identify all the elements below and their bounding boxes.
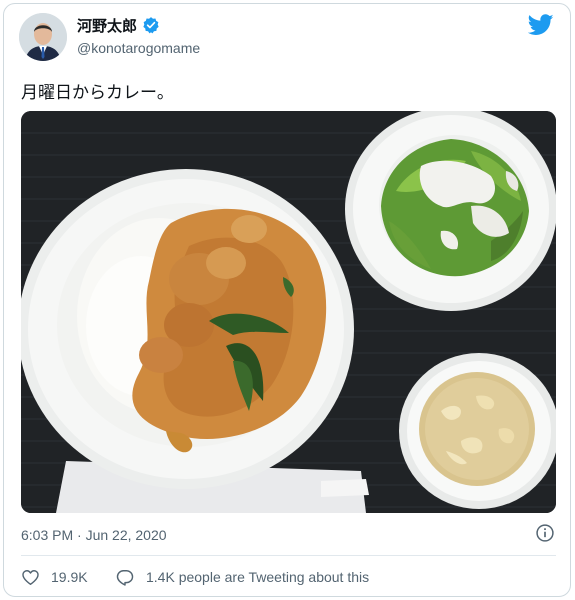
like-button[interactable]: 19.9K: [21, 566, 88, 588]
curry-plate: [21, 169, 354, 489]
user-avatar-icon: [19, 13, 67, 61]
food-photo: [21, 111, 556, 513]
speech-bubble-icon: [116, 569, 134, 586]
conversation-text: 1.4K people are Tweeting about this: [146, 569, 370, 585]
tweet-text: 月曜日からカレー。: [21, 83, 174, 103]
info-icon[interactable]: [535, 523, 555, 543]
tweet-photo[interactable]: [21, 111, 556, 513]
author-display-name[interactable]: 河野太郎: [77, 15, 137, 36]
salad-bowl: [345, 111, 556, 311]
tweet-timestamp[interactable]: 6:03 PM · Jun 22, 2020: [21, 527, 167, 543]
like-count: 19.9K: [51, 569, 88, 585]
verified-badge-icon: [143, 17, 159, 34]
author-handle[interactable]: @konotarogomame: [77, 40, 200, 56]
conversation-button[interactable]: 1.4K people are Tweeting about this: [115, 566, 369, 588]
author-avatar[interactable]: [19, 13, 67, 61]
heart-icon: [22, 569, 39, 585]
twitter-bird-icon[interactable]: [528, 14, 554, 36]
soup-bowl: [399, 353, 556, 509]
divider: [21, 555, 556, 556]
